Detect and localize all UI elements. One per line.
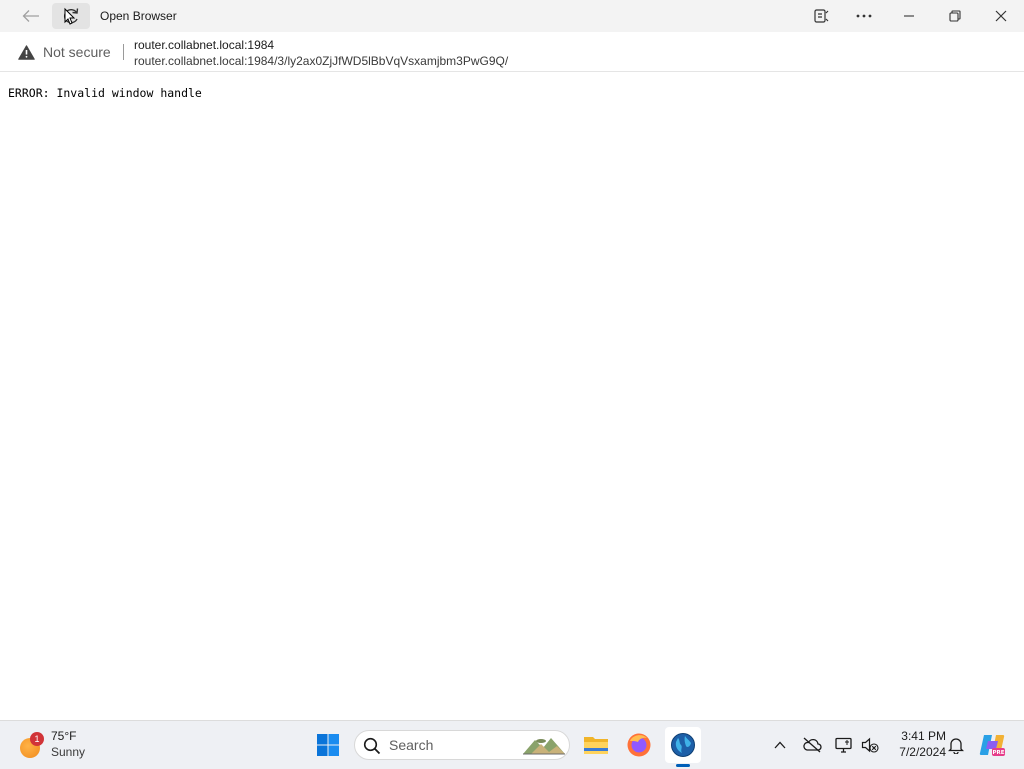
taskbar-search[interactable]: Search [354,730,570,760]
monitor-icon [835,737,852,753]
network-tray-button[interactable] [832,733,856,757]
refresh-icon [63,7,79,25]
cloud-off-icon [803,737,822,753]
browser-app-button[interactable] [665,727,701,763]
weather-condition: Sunny [51,745,86,759]
search-label: Search [389,737,434,753]
minimize-button[interactable] [892,0,926,32]
weather-widget[interactable]: 1 75°F Sunny [18,727,108,763]
firefox-button[interactable] [621,727,657,763]
arrow-left-icon [22,10,39,22]
taskbar: 1 75°F Sunny Search 3:41 PM 7/2/2024 PRE [0,720,1024,769]
back-button[interactable] [14,0,48,32]
globe-icon [671,733,695,757]
start-button[interactable] [312,729,344,761]
read-aloud-icon [814,9,829,23]
close-icon [995,10,1007,22]
clock-time: 3:41 PM [901,729,946,743]
restore-button[interactable] [938,0,972,32]
firefox-icon [627,733,651,757]
close-button[interactable] [984,0,1018,32]
active-app-indicator [676,764,690,767]
restore-icon [949,10,961,22]
speaker-muted-icon [861,737,879,753]
volume-tray-button[interactable] [858,733,882,757]
folder-icon [584,737,608,754]
url-full[interactable]: router.collabnet.local:1984/3/ly2ax0ZjJf… [134,54,508,68]
copilot-button[interactable]: PRE [978,731,1006,759]
warning-icon [18,44,35,60]
read-aloud-button[interactable] [804,0,838,32]
bell-icon [948,738,964,754]
chevron-up-icon [774,741,786,749]
onedrive-tray-button[interactable] [800,733,824,757]
refresh-button[interactable] [52,3,90,29]
error-message: ERROR: Invalid window handle [8,86,202,100]
copilot-icon: PRE [979,735,1005,756]
search-icon [363,737,381,755]
title-bar: Open Browser [0,0,1024,32]
windows-logo-icon [317,734,339,756]
url-host[interactable]: router.collabnet.local:1984 [134,38,274,52]
notifications-button[interactable] [944,733,968,757]
security-indicator[interactable]: Not secure [18,40,111,64]
notification-badge: 1 [30,732,44,746]
svg-text:PRE: PRE [992,750,1004,756]
minimize-icon [904,15,914,17]
file-explorer-button[interactable] [578,727,614,763]
address-bar[interactable]: Not secure router.collabnet.local:1984 r… [0,32,1024,72]
browser-window: Open Browser Not secure router.collabnet… [0,0,1024,720]
clock[interactable]: 3:41 PM 7/2/2024 [884,729,946,759]
address-divider [123,44,124,60]
more-icon [856,14,872,18]
page-content: ERROR: Invalid window handle [0,72,1024,720]
window-title: Open Browser [100,9,177,23]
search-highlight-icon [523,738,565,755]
show-hidden-icons-button[interactable] [768,733,792,757]
weather-temperature: 75°F [51,729,77,743]
clock-date: 7/2/2024 [899,745,946,759]
more-options-button[interactable] [847,0,881,32]
security-label: Not secure [43,44,111,60]
